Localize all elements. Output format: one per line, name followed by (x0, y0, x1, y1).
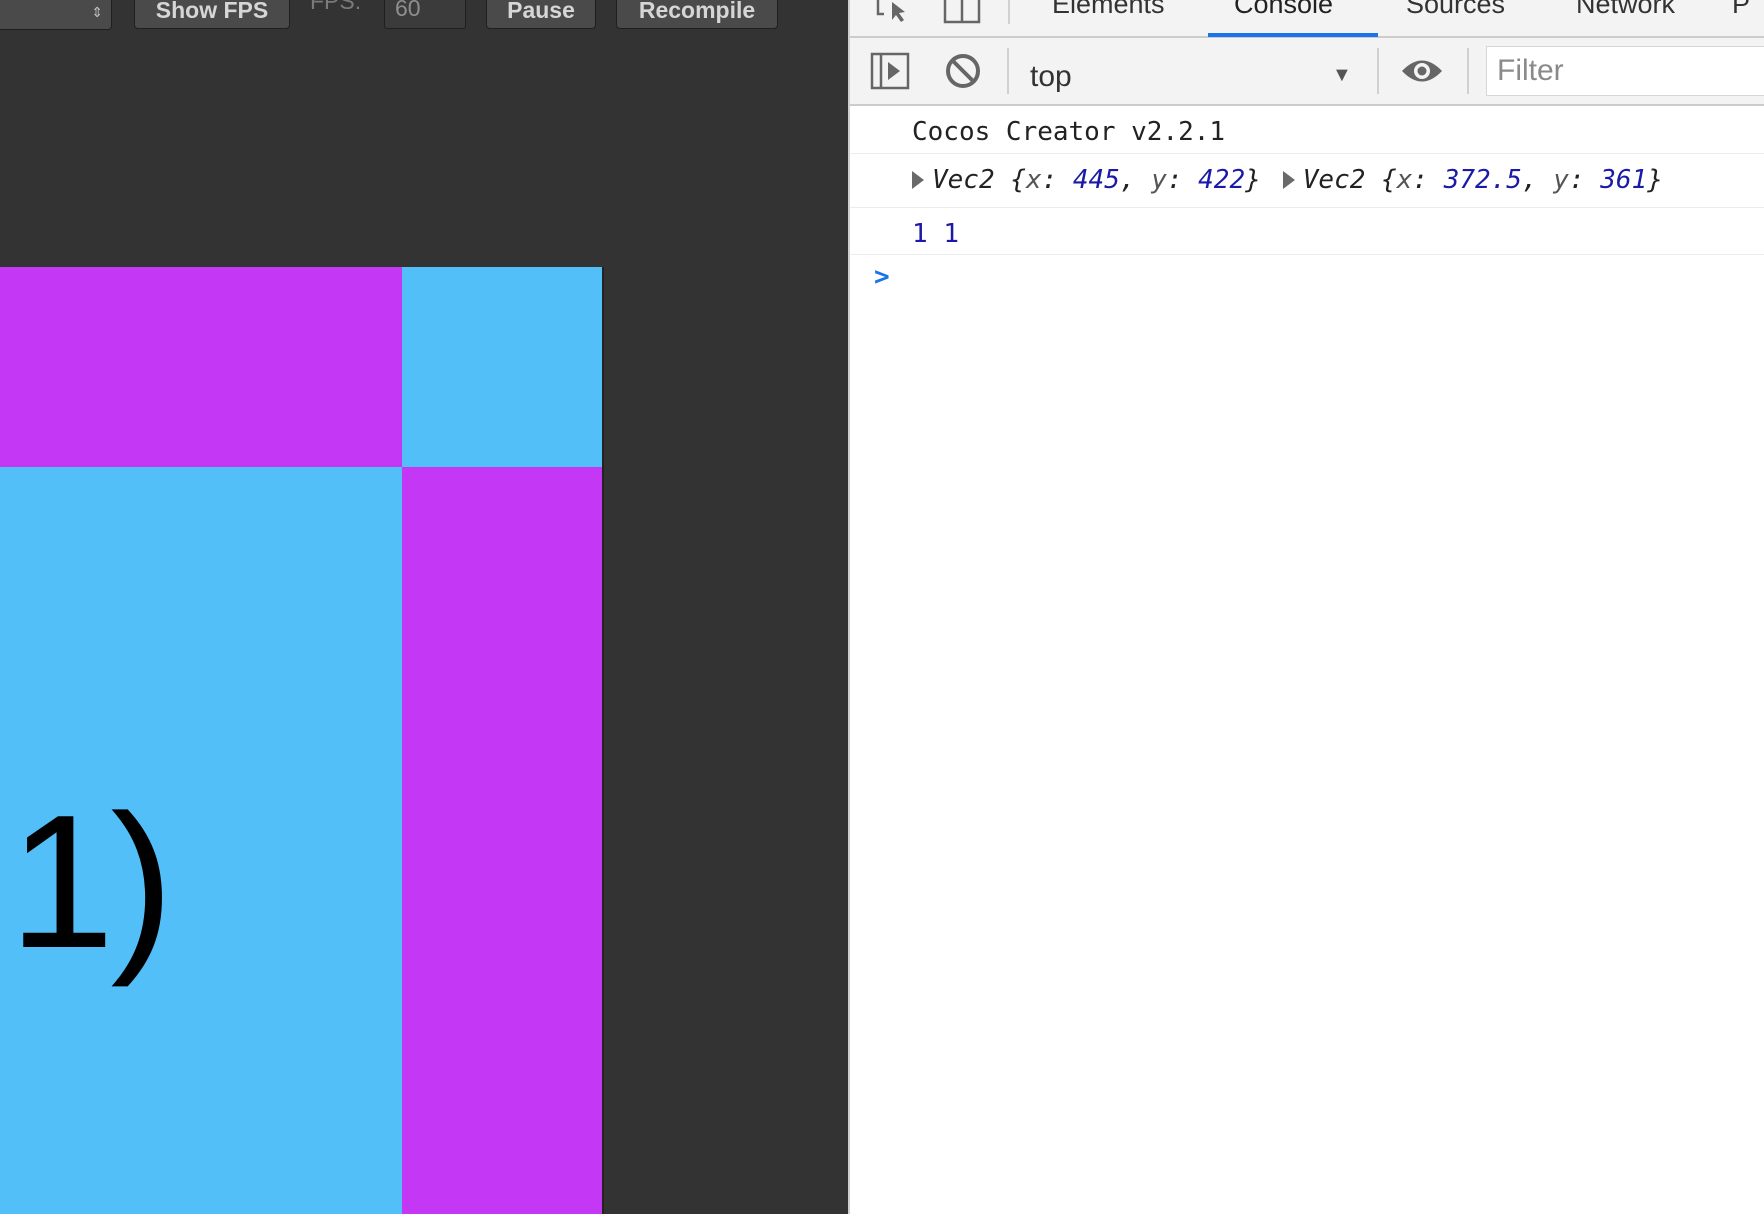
tab-elements[interactable]: Elements (1052, 0, 1165, 20)
fps-input[interactable]: 60 (384, 0, 466, 29)
tab-performance[interactable]: P (1732, 0, 1750, 20)
devtools-tab-bar: Elements Console Sources Network P (850, 0, 1764, 38)
dropdown-arrow-icon: ▼ (1332, 64, 1352, 86)
toolbar-divider (1007, 48, 1009, 94)
clear-console-icon[interactable] (944, 52, 982, 90)
fps-label: FPS: (310, 0, 362, 14)
device-toolbar-icon[interactable] (942, 0, 982, 24)
log-numbers: 1 1 (912, 219, 959, 249)
filter-input[interactable] (1486, 46, 1764, 96)
console-output: Cocos Creator v2.2.1 Vec2 {x: 445, y: 42… (850, 106, 1764, 255)
console-message: Vec2 {x: 445, y: 422} Vec2 {x: 372.5, y: … (850, 154, 1764, 208)
sidebar-toggle-icon[interactable] (870, 52, 910, 90)
show-fps-button[interactable]: Show FPS (134, 0, 290, 29)
devtools-panel: Elements Console Sources Network P top ▼ (848, 0, 1764, 1214)
log-text: Cocos Creator v2.2.1 (912, 117, 1226, 147)
tab-network[interactable]: Network (1576, 0, 1675, 20)
toolbar-divider (1377, 48, 1379, 94)
tab-divider (1008, 0, 1010, 24)
game-canvas[interactable]: ,1) (0, 267, 604, 1214)
expand-triangle-icon[interactable] (1282, 171, 1295, 189)
tab-console[interactable]: Console (1234, 0, 1333, 20)
expand-triangle-icon[interactable] (912, 171, 924, 189)
console-prompt-icon[interactable]: > (874, 262, 890, 292)
recompile-button[interactable]: Recompile (616, 0, 778, 29)
game-preview-panel: ⇕ Show FPS FPS: 60 Pause Recompile ,1) (0, 0, 848, 1214)
inspect-element-icon[interactable] (874, 0, 914, 24)
console-toolbar: top ▼ (850, 38, 1764, 106)
scene-label: ,1) (0, 776, 174, 988)
tile-magenta-top-left (0, 267, 402, 467)
tile-cyan-top-right (402, 267, 602, 467)
device-select[interactable]: ⇕ (0, 0, 112, 30)
tab-sources[interactable]: Sources (1406, 0, 1505, 20)
tile-magenta-bottom-right (402, 467, 602, 1214)
select-arrows-icon: ⇕ (91, 4, 103, 20)
pause-button[interactable]: Pause (486, 0, 596, 29)
active-tab-indicator (1208, 33, 1378, 37)
console-message: Cocos Creator v2.2.1 (850, 106, 1764, 154)
toolbar-divider (1467, 48, 1469, 94)
context-label: top (1030, 60, 1072, 93)
context-selector[interactable]: top ▼ (1030, 46, 1352, 96)
log-objects: Vec2 {x: 445, y: 422} Vec2 {x: 372.5, y: … (912, 164, 1663, 196)
console-message: 1 1 (850, 208, 1764, 255)
canvas-edge (602, 267, 604, 1214)
live-expression-eye-icon[interactable] (1400, 56, 1444, 86)
